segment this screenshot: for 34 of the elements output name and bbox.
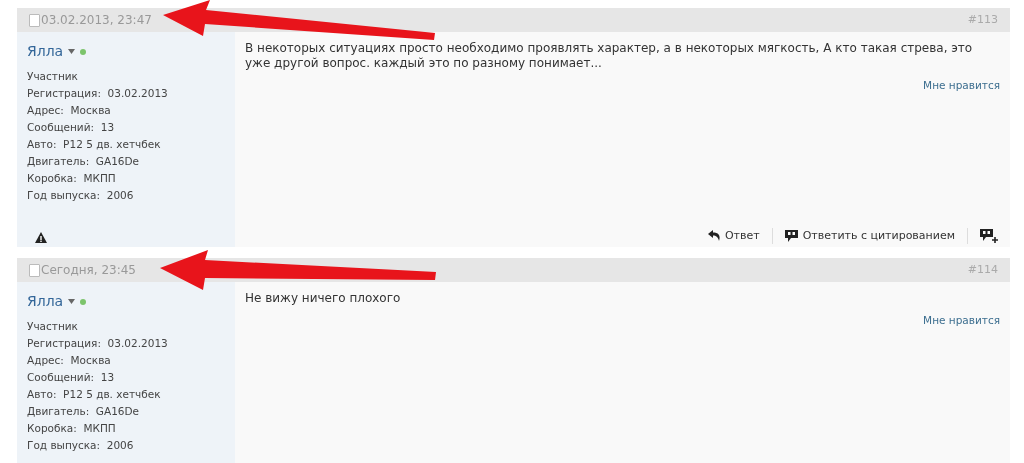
user-detail: Год выпуска: 2006 [27,438,135,453]
multi-quote-icon[interactable] [980,228,998,243]
user-detail: Адрес: Москва [27,103,112,118]
user-detail: Регистрация: 03.02.2013 [27,86,169,101]
quote-reply-link[interactable]: Ответить с цитированием [784,227,955,244]
like-link[interactable]: Мне нравится [923,313,1000,329]
post-date: Сегодня, 23:45 [41,262,136,279]
username-link[interactable]: Ялла [27,41,64,62]
user-detail: Двигатель: GA16De [27,154,141,169]
user-detail: Регистрация: 03.02.2013 [27,336,169,351]
like-link[interactable]: Мне нравится [923,78,1000,94]
caret-icon[interactable] [68,299,76,304]
post-message: В некоторых ситуациях просто необходимо проявлять характер, а в некоторых мягкость, А кто такая стрева, это уже другой вопрос. каждый это по разному понимает... [245,41,974,71]
user-title: Участник [27,69,79,84]
reply-icon [707,230,721,242]
speech-bubble-icon [784,229,798,242]
user-detail: Сообщений: 13 [27,120,116,135]
user-detail: Адрес: Москва [27,353,112,368]
reply-link[interactable]: Ответ [707,227,760,244]
user-detail: Авто: P12 5 дв. хетчбек [27,137,162,152]
user-detail: Коробка: МКПП [27,171,117,186]
user-detail: Год выпуска: 2006 [27,188,135,203]
checkbox[interactable] [29,13,40,27]
warning-icon[interactable] [35,232,47,243]
user-detail: Двигатель: GA16De [27,404,141,419]
user-detail: Коробка: МКПП [27,421,117,436]
post-date: 03.02.2013, 23:47 [41,12,152,29]
user-detail: Сообщений: 13 [27,370,116,385]
username-link[interactable]: Ялла [27,291,64,312]
user-title: Участник [27,319,79,334]
post-message: Не вижу ничего плохого [245,291,402,306]
user-detail: Авто: P12 5 дв. хетчбек [27,387,162,402]
checkbox[interactable] [29,263,40,277]
caret-icon[interactable] [68,49,76,54]
